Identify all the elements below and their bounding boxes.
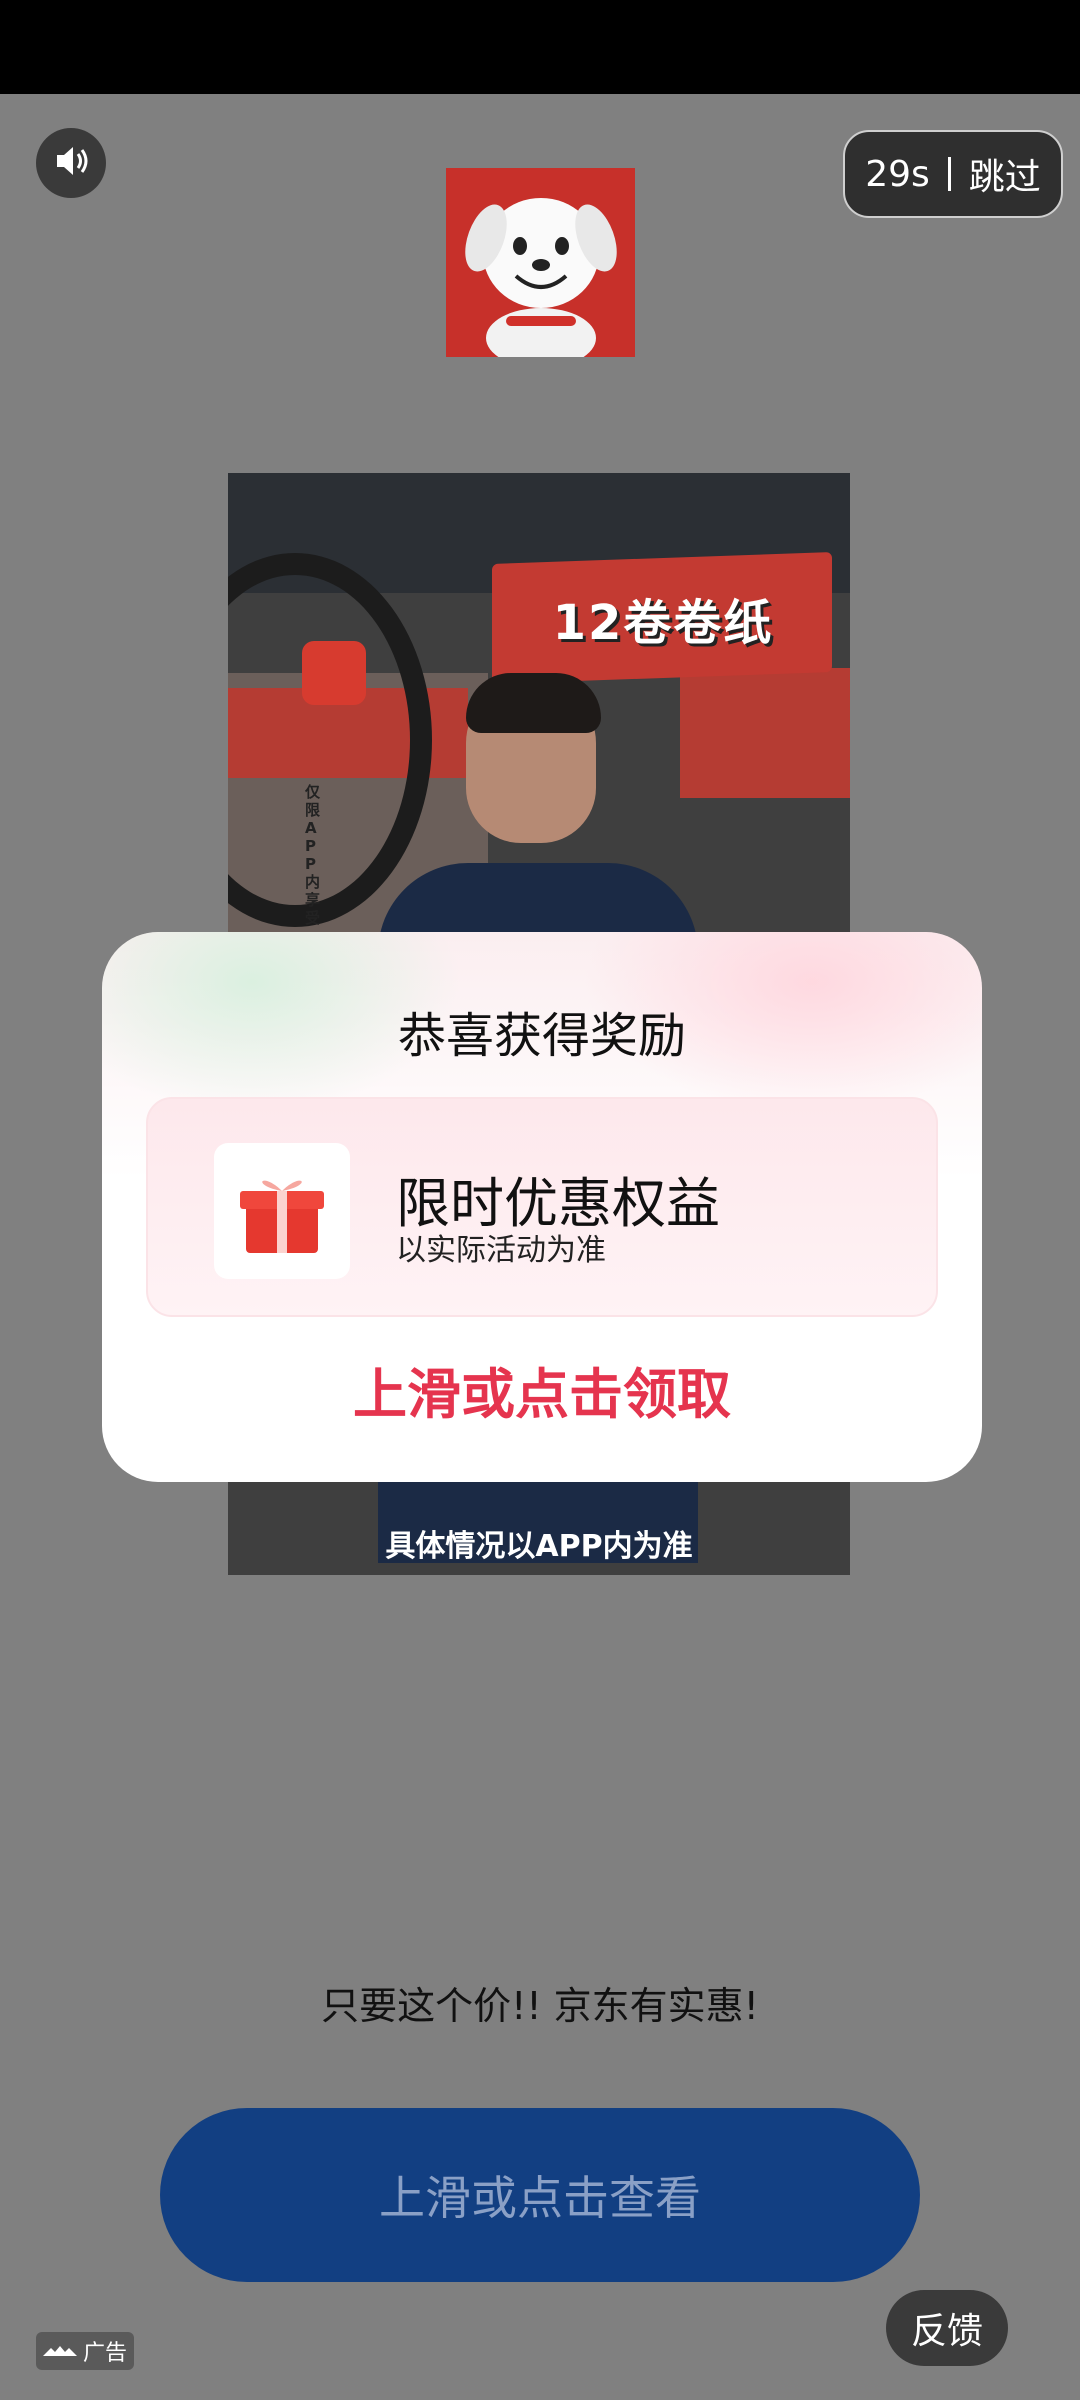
skip-label: 跳过 xyxy=(968,157,1041,198)
ad-slogan: 只要这个价!! 京东有实惠! xyxy=(321,1984,759,2028)
presenter-hair xyxy=(466,673,601,733)
jd-app-logo xyxy=(302,641,366,705)
skip-ad-button[interactable]: 29s 跳过 xyxy=(843,130,1063,218)
countdown-timer: 29s xyxy=(865,153,930,195)
ad-label: 广告 xyxy=(36,2332,134,2370)
mute-toggle-button[interactable] xyxy=(36,128,106,198)
claim-reward-button[interactable]: 上滑或点击领取 xyxy=(102,1350,982,1429)
video-caption: 具体情况以APP内为准 xyxy=(385,1529,693,1564)
jd-dog-logo xyxy=(446,168,635,357)
video-background xyxy=(680,668,850,798)
ad-label-text: 广告 xyxy=(82,2341,127,2366)
reward-modal[interactable]: 恭喜获得奖励 限时优惠权益 以实际活动为准 上滑或点击领取 xyxy=(102,932,982,1482)
reward-card[interactable]: 限时优惠权益 以实际活动为准 xyxy=(146,1097,938,1317)
modal-title: 恭喜获得奖励 xyxy=(397,1008,686,1064)
speaker-icon xyxy=(49,139,93,187)
status-bar xyxy=(0,0,1080,94)
ad-source-icon xyxy=(42,2339,77,2364)
video-vertical-text: 仅限APP内享受 xyxy=(305,783,321,927)
reward-card-subtitle: 以实际活动为准 xyxy=(396,1233,606,1268)
feedback-button[interactable]: 反馈 xyxy=(886,2290,1008,2366)
divider xyxy=(947,157,951,191)
promo-banner-text: 12卷卷纸 xyxy=(552,595,774,651)
view-ad-button[interactable]: 上滑或点击查看 xyxy=(160,2108,920,2282)
gift-icon xyxy=(214,1143,350,1279)
